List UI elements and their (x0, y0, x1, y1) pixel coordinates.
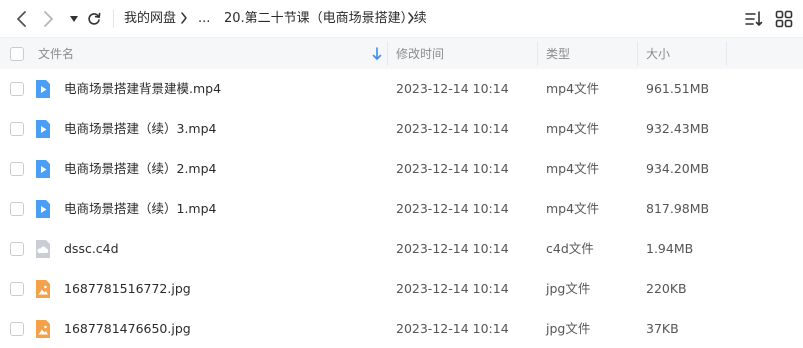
toolbar: 我的网盘 ... 20.第二十节课（电商场景搭建）续 (0, 0, 803, 37)
file-size: 37KB (646, 321, 679, 336)
file-row[interactable]: 电商场景搭建（续）3.mp4 2023-12-14 10:14 mp4文件 932.4… (0, 109, 803, 149)
grid-view-icon (775, 10, 793, 28)
video-file-icon (34, 119, 52, 139)
sort-options-button[interactable] (744, 9, 764, 29)
file-row[interactable]: 电商场景搭建（续）2.mp4 2023-12-14 10:14 mp4文件 934.2… (0, 149, 803, 189)
file-row[interactable]: 1687781516772.jpg 2023-12-14 10:14 jpg文件 22… (0, 269, 803, 309)
row-checkbox[interactable] (10, 242, 24, 256)
cloud-file-icon (34, 239, 52, 259)
column-header-type[interactable]: 类型 (546, 38, 570, 70)
breadcrumb-root[interactable]: 我的网盘 (124, 10, 176, 27)
column-header-size[interactable]: 大小 (646, 38, 670, 70)
file-name[interactable]: 电商场景搭建（续）2.mp4 (64, 160, 217, 178)
file-modified-time: 2023-12-14 10:14 (396, 281, 509, 296)
row-checkbox[interactable] (10, 162, 24, 176)
file-modified-time: 2023-12-14 10:14 (396, 201, 509, 216)
video-file-icon (34, 159, 52, 179)
file-name[interactable]: 电商场景搭建背景建模.mp4 (64, 80, 221, 98)
file-size: 817.98MB (646, 201, 710, 216)
view-mode-button[interactable] (774, 9, 794, 29)
row-checkbox[interactable] (10, 122, 24, 136)
file-type: mp4文件 (546, 81, 600, 96)
sort-list-icon (745, 11, 763, 26)
history-dropdown-button[interactable] (64, 9, 84, 29)
refresh-icon (88, 12, 101, 25)
chevron-right-icon (44, 11, 53, 27)
file-size: 1.94MB (646, 241, 694, 256)
sort-descending-icon[interactable] (372, 47, 382, 61)
file-type: jpg文件 (546, 321, 591, 336)
file-name[interactable]: 电商场景搭建（续）3.mp4 (64, 120, 217, 138)
file-row[interactable]: 电商场景搭建背景建模.mp4 2023-12-14 10:14 mp4文件 961.5… (0, 69, 803, 109)
column-divider[interactable] (637, 42, 638, 66)
file-size: 934.20MB (646, 161, 710, 176)
row-checkbox[interactable] (10, 202, 24, 216)
toolbar-divider (113, 10, 114, 28)
column-divider[interactable] (726, 42, 727, 66)
file-row[interactable]: 电商场景搭建（续）1.mp4 2023-12-14 10:14 mp4文件 817.9… (0, 189, 803, 229)
file-size: 961.51MB (646, 81, 710, 96)
file-size: 932.43MB (646, 121, 710, 136)
back-button[interactable] (12, 9, 32, 29)
select-all-checkbox[interactable] (10, 47, 24, 61)
file-modified-time: 2023-12-14 10:14 (396, 121, 509, 136)
file-name[interactable]: 1687781516772.jpg (64, 280, 191, 298)
file-name[interactable]: 1687781476650.jpg (64, 320, 191, 338)
refresh-button[interactable] (84, 9, 104, 29)
file-row[interactable]: dssc.c4d 2023-12-14 10:14 c4d文件 1.94MB (0, 229, 803, 269)
file-modified-time: 2023-12-14 10:14 (396, 321, 509, 336)
file-modified-time: 2023-12-14 10:14 (396, 241, 509, 256)
file-modified-time: 2023-12-14 10:14 (396, 81, 509, 96)
file-type: c4d文件 (546, 241, 594, 256)
video-file-icon (34, 199, 52, 219)
file-type: mp4文件 (546, 161, 600, 176)
video-file-icon (34, 79, 52, 99)
caret-down-icon (70, 16, 78, 22)
image-file-icon (34, 319, 52, 339)
file-type: mp4文件 (546, 121, 600, 136)
file-name[interactable]: 电商场景搭建（续）1.mp4 (64, 200, 217, 218)
column-header-name[interactable]: 文件名 (38, 38, 74, 70)
file-size: 220KB (646, 281, 687, 296)
file-name[interactable]: dssc.c4d (64, 240, 119, 258)
file-type: mp4文件 (546, 201, 600, 216)
column-divider[interactable] (387, 42, 388, 66)
breadcrumb-ellipsis[interactable]: ... (198, 10, 210, 27)
forward-button[interactable] (38, 9, 58, 29)
column-header-modified[interactable]: 修改时间 (396, 38, 444, 70)
breadcrumb-separator-icon (408, 12, 414, 24)
file-row[interactable]: 1687781476650.jpg 2023-12-14 10:14 jpg文件 37… (0, 309, 803, 348)
file-type: jpg文件 (546, 281, 591, 296)
file-modified-time: 2023-12-14 10:14 (396, 161, 509, 176)
column-divider[interactable] (537, 42, 538, 66)
chevron-left-icon (17, 11, 26, 27)
image-file-icon (34, 279, 52, 299)
row-checkbox[interactable] (10, 82, 24, 96)
row-checkbox[interactable] (10, 282, 24, 296)
file-list-header: 文件名 修改时间 类型 大小 (0, 37, 803, 69)
breadcrumb-separator-icon (181, 12, 187, 24)
row-checkbox[interactable] (10, 322, 24, 336)
breadcrumb-current[interactable]: 20.第二十节课（电商场景搭建）续 (224, 10, 427, 27)
